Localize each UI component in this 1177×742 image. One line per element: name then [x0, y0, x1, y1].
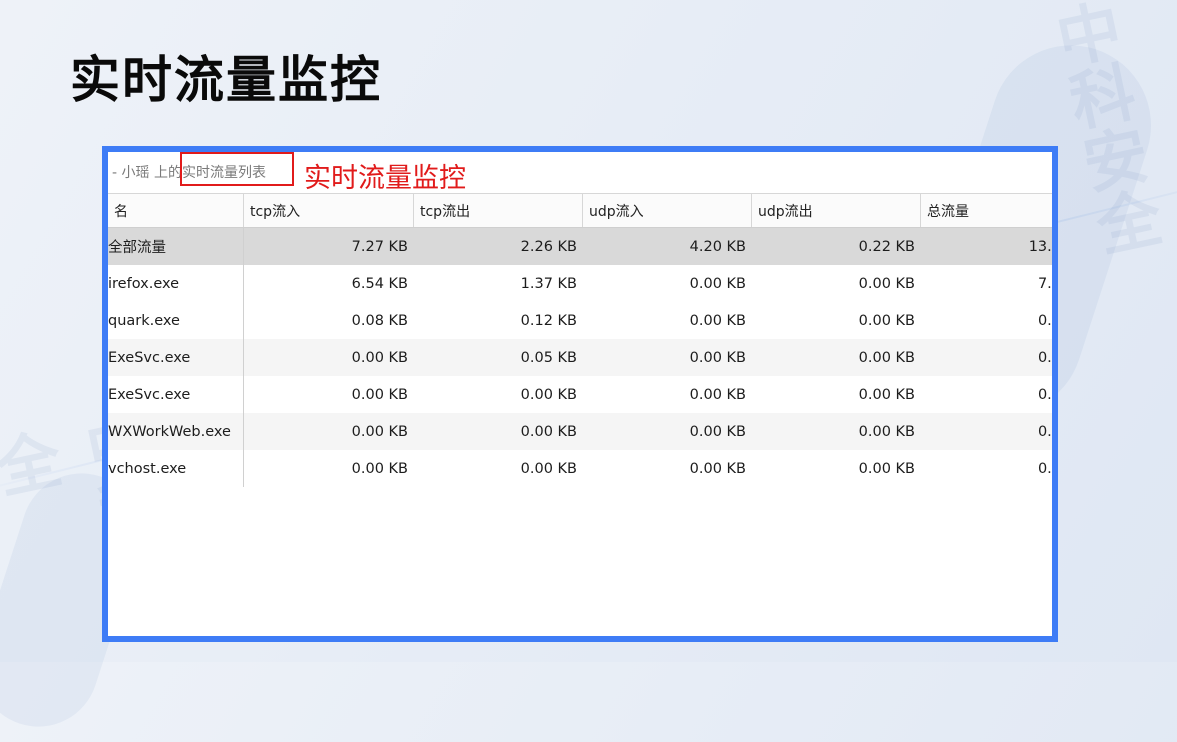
- traffic-table: 名 tcp流入 tcp流出 udp流入 udp流出 总流量 全部流量 7.27 …: [108, 193, 1058, 487]
- table-row[interactable]: vchost.exe 0.00 KB 0.00 KB 0.00 KB 0.00 …: [108, 450, 1052, 487]
- tcp-out-cell: 0.00 KB: [520, 460, 577, 477]
- total-cell: 0.0: [1037, 349, 1052, 366]
- table-row[interactable]: irefox.exe 6.54 KB 1.37 KB 0.00 KB 0.00 …: [108, 265, 1052, 302]
- tcp-out-cell: 0.12 KB: [520, 312, 577, 329]
- annotation-label: 实时流量监控: [304, 163, 466, 194]
- tcp-in-cell: 0.00 KB: [351, 349, 408, 366]
- tcp-out-cell: 0.05 KB: [520, 349, 577, 366]
- tcp-out-cell: 2.26 KB: [520, 238, 577, 255]
- udp-out-cell: 0.00 KB: [858, 423, 915, 440]
- tcp-in-cell: 0.00 KB: [351, 386, 408, 403]
- column-header-name[interactable]: 名: [108, 194, 244, 227]
- highlight-box: [180, 152, 294, 186]
- tcp-in-cell: 7.27 KB: [351, 238, 408, 255]
- udp-out-cell: 0.00 KB: [858, 386, 915, 403]
- udp-in-cell: 0.00 KB: [689, 349, 746, 366]
- udp-out-cell: 0.00 KB: [858, 312, 915, 329]
- udp-in-cell: 0.00 KB: [689, 423, 746, 440]
- udp-in-cell: 4.20 KB: [689, 238, 746, 255]
- table-header: 名 tcp流入 tcp流出 udp流入 udp流出 总流量: [108, 193, 1052, 228]
- table-row[interactable]: WXWorkWeb.exe 0.00 KB 0.00 KB 0.00 KB 0.…: [108, 413, 1052, 450]
- total-cell: 13.9: [1028, 238, 1058, 255]
- process-name: ExeSvc.exe: [108, 339, 244, 376]
- total-cell: 0.0: [1037, 460, 1052, 477]
- tcp-out-cell: 0.00 KB: [520, 386, 577, 403]
- panel-caption-row: - 小瑶 上的实时流量列表 实时流量监控: [108, 152, 1052, 194]
- udp-in-cell: 0.00 KB: [689, 460, 746, 477]
- udp-out-cell: 0.00 KB: [858, 275, 915, 292]
- udp-in-cell: 0.00 KB: [689, 312, 746, 329]
- total-cell: 7.9: [1037, 275, 1052, 292]
- tcp-in-cell: 0.08 KB: [351, 312, 408, 329]
- process-name: quark.exe: [108, 302, 244, 339]
- column-header-total[interactable]: 总流量: [921, 194, 1052, 227]
- column-header-udp-out[interactable]: udp流出: [752, 194, 921, 227]
- column-header-tcp-out[interactable]: tcp流出: [414, 194, 583, 227]
- total-cell: 0.0: [1037, 423, 1052, 440]
- column-header-udp-in[interactable]: udp流入: [583, 194, 752, 227]
- process-name: ExeSvc.exe: [108, 376, 244, 413]
- process-name: irefox.exe: [108, 265, 244, 302]
- udp-in-cell: 0.00 KB: [689, 386, 746, 403]
- process-name: WXWorkWeb.exe: [108, 413, 244, 450]
- process-name: 全部流量: [108, 228, 244, 265]
- table-row[interactable]: ExeSvc.exe 0.00 KB 0.05 KB 0.00 KB 0.00 …: [108, 339, 1052, 376]
- page-title: 实时流量监控: [70, 51, 382, 109]
- udp-out-cell: 0.00 KB: [858, 460, 915, 477]
- udp-in-cell: 0.00 KB: [689, 275, 746, 292]
- process-name: vchost.exe: [108, 450, 244, 487]
- table-row[interactable]: quark.exe 0.08 KB 0.12 KB 0.00 KB 0.00 K…: [108, 302, 1052, 339]
- total-cell: 0.0: [1037, 386, 1052, 403]
- screenshot-frame: - 小瑶 上的实时流量列表 实时流量监控 名 tcp流入 tcp流出 udp流入…: [102, 146, 1058, 642]
- total-cell: 0.2: [1037, 312, 1052, 329]
- udp-out-cell: 0.22 KB: [858, 238, 915, 255]
- column-header-tcp-in[interactable]: tcp流入: [244, 194, 414, 227]
- tcp-in-cell: 6.54 KB: [351, 275, 408, 292]
- tcp-in-cell: 0.00 KB: [351, 423, 408, 440]
- tcp-out-cell: 1.37 KB: [520, 275, 577, 292]
- tcp-in-cell: 0.00 KB: [351, 460, 408, 477]
- table-row[interactable]: ExeSvc.exe 0.00 KB 0.00 KB 0.00 KB 0.00 …: [108, 376, 1052, 413]
- tcp-out-cell: 0.00 KB: [520, 423, 577, 440]
- table-row-total[interactable]: 全部流量 7.27 KB 2.26 KB 4.20 KB 0.22 KB 13.…: [108, 228, 1058, 265]
- udp-out-cell: 0.00 KB: [858, 349, 915, 366]
